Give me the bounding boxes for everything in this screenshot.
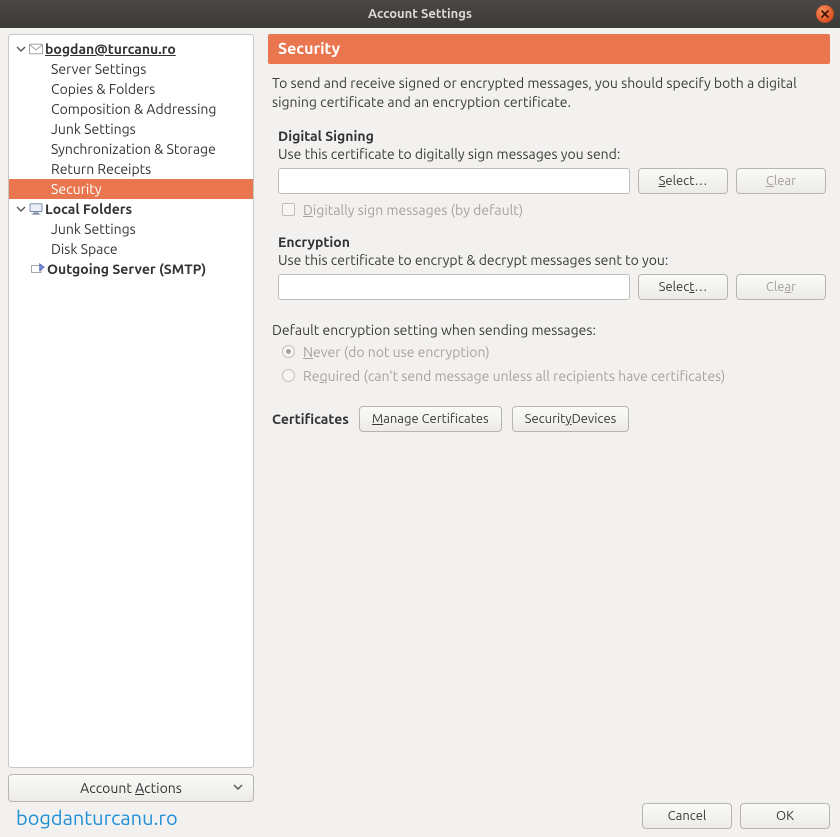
account-node[interactable]: bogdan@turcanu.ro <box>9 39 253 59</box>
sidebar-item-return-receipts[interactable]: Return Receipts <box>9 159 253 179</box>
encryption-desc: Use this certificate to encrypt & decryp… <box>278 252 826 268</box>
radio-icon <box>282 345 295 358</box>
radio-icon <box>282 369 295 382</box>
sign-by-default-checkbox: Digitally sign messages (by default) <box>282 202 826 218</box>
encryption-never-radio: Never (do not use encryption) <box>282 344 830 360</box>
signing-clear-button[interactable]: Clear <box>736 168 826 194</box>
local-folders-label: Local Folders <box>45 201 132 217</box>
certificates-label: Certificates <box>272 411 349 427</box>
account-email-label: bogdan@turcanu.ro <box>45 41 176 57</box>
dialog-buttons: Cancel OK <box>642 803 830 829</box>
chevron-down-icon[interactable] <box>15 44 27 54</box>
settings-panel: Security To send and receive signed or e… <box>262 28 840 837</box>
sidebar-item-junk[interactable]: Junk Settings <box>9 119 253 139</box>
sidebar-item-disk-space[interactable]: Disk Space <box>9 239 253 259</box>
computer-icon <box>27 203 45 215</box>
encryption-section: Encryption Use this certificate to encry… <box>278 234 826 308</box>
smtp-label: Outgoing Server (SMTP) <box>47 261 206 277</box>
mail-icon <box>27 43 45 55</box>
sidebar-item-server-settings[interactable]: Server Settings <box>9 59 253 79</box>
sidebar-item-sync-storage[interactable]: Synchronization & Storage <box>9 139 253 159</box>
account-tree: bogdan@turcanu.ro Server Settings Copies… <box>8 34 254 768</box>
close-icon[interactable] <box>816 5 834 23</box>
panel-title: Security <box>268 34 830 64</box>
sidebar-item-security[interactable]: Security <box>9 179 253 199</box>
account-tree-pane: bogdan@turcanu.ro Server Settings Copies… <box>0 28 262 837</box>
chevron-down-icon <box>233 782 243 794</box>
signing-select-button[interactable]: Select… <box>638 168 728 194</box>
security-devices-button[interactable]: Security Devices <box>512 406 630 432</box>
digital-signing-desc: Use this certificate to digitally sign m… <box>278 146 826 162</box>
local-folders-node[interactable]: Local Folders <box>9 199 253 219</box>
encryption-cert-input[interactable] <box>278 274 630 300</box>
signing-cert-input[interactable] <box>278 168 630 194</box>
cancel-button[interactable]: Cancel <box>642 803 732 829</box>
default-encryption-label: Default encryption setting when sending … <box>272 322 826 338</box>
window-titlebar: Account Settings <box>0 0 840 28</box>
sidebar-item-copies-folders[interactable]: Copies & Folders <box>9 79 253 99</box>
certificates-row: Certificates Manage Certificates Securit… <box>272 406 826 432</box>
digital-signing-title: Digital Signing <box>278 128 826 144</box>
sidebar-item-composition[interactable]: Composition & Addressing <box>9 99 253 119</box>
encryption-select-button[interactable]: Select… <box>638 274 728 300</box>
ok-button[interactable]: OK <box>740 803 830 829</box>
smtp-node[interactable]: Outgoing Server (SMTP) <box>9 259 253 279</box>
checkbox-icon <box>282 203 295 216</box>
encryption-title: Encryption <box>278 234 826 250</box>
encryption-clear-button[interactable]: Clear <box>736 274 826 300</box>
panel-intro: To send and receive signed or encrypted … <box>272 74 826 112</box>
encryption-required-radio: Required (can't send message unless all … <box>282 368 830 384</box>
sidebar-item-local-junk[interactable]: Junk Settings <box>9 219 253 239</box>
chevron-down-icon[interactable] <box>15 204 27 214</box>
outgoing-icon <box>29 263 47 275</box>
account-actions-dropdown[interactable]: Account Actions <box>8 774 254 802</box>
manage-certificates-button[interactable]: Manage Certificates <box>359 406 502 432</box>
digital-signing-section: Digital Signing Use this certificate to … <box>278 128 826 222</box>
window-title: Account Settings <box>368 7 472 21</box>
watermark-text: bogdanturcanu.ro <box>8 806 254 829</box>
